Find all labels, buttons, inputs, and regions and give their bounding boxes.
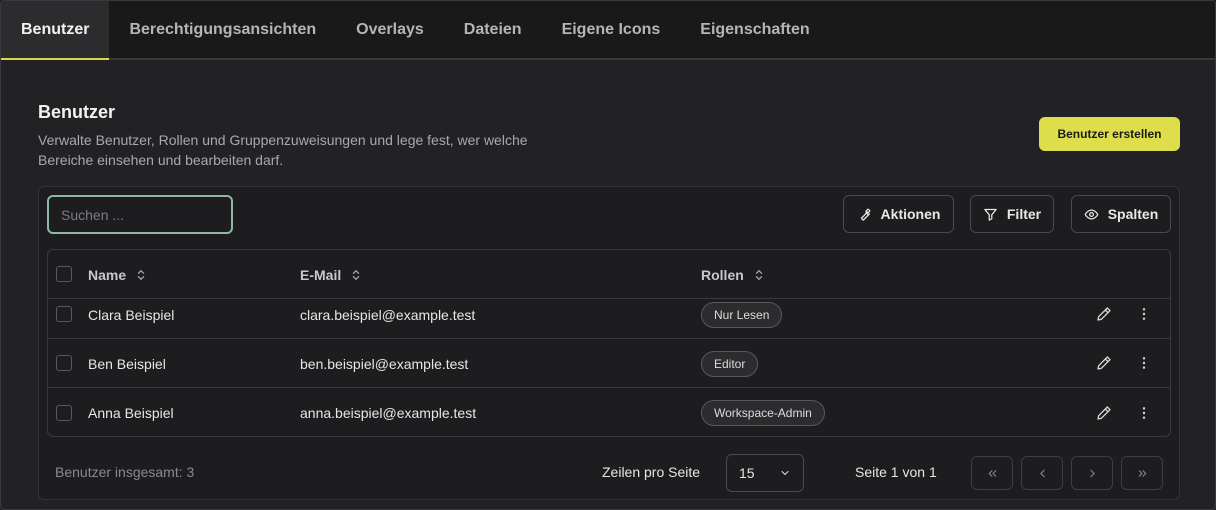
row-checkbox[interactable] — [56, 306, 72, 322]
actions-label: Aktionen — [880, 206, 941, 222]
tab-dateien[interactable]: Dateien — [444, 1, 542, 58]
rows-per-page-value: 15 — [739, 465, 755, 481]
tab-eigenschaften[interactable]: Eigenschaften — [680, 1, 829, 58]
role-cell: Nur Lesen — [701, 290, 783, 339]
user-name: Clara Beispiel — [88, 306, 175, 323]
tab-label: Berechtigungsansichten — [129, 20, 317, 38]
table-row[interactable]: Ben Beispiel ben.beispiel@example.test E… — [48, 339, 1170, 388]
role-badge: Workspace-Admin — [701, 399, 825, 426]
tab-label: Overlays — [356, 20, 424, 38]
tab-berechtigungsansichten[interactable]: Berechtigungsansichten — [109, 1, 336, 58]
sort-icon — [353, 269, 360, 280]
pencil-icon — [1097, 405, 1111, 420]
pencil-icon — [1097, 356, 1111, 370]
columns-button[interactable]: Spalten — [1071, 195, 1171, 233]
user-email: clara.beispiel@example.test — [300, 306, 476, 323]
user-name: Anna Beispiel — [88, 404, 174, 421]
wrench-icon — [860, 208, 870, 221]
last-page-button[interactable] — [1121, 456, 1163, 490]
create-user-button[interactable]: Benutzer erstellen — [1039, 117, 1180, 151]
user-email: ben.beispiel@example.test — [300, 355, 469, 372]
tab-label: Eigene Icons — [561, 20, 661, 38]
previous-page-button[interactable] — [1021, 456, 1063, 490]
page-description: Verwalte Benutzer, Rollen und Gruppenzuw… — [38, 132, 528, 168]
role-cell: Workspace-Admin — [701, 388, 825, 436]
page-info: Seite 1 von 1 — [855, 464, 937, 480]
filter-label: Filter — [1006, 206, 1042, 222]
first-page-button[interactable] — [971, 456, 1013, 490]
tab-label: Eigenschaften — [700, 20, 810, 38]
row-checkbox[interactable] — [56, 355, 72, 371]
eye-icon — [1084, 208, 1099, 220]
chevrons-right-icon — [1138, 469, 1146, 477]
app-window: Benutzer Berechtigungsansichten Overlays… — [0, 0, 1216, 510]
more-vertical-icon — [1142, 406, 1146, 419]
tab-bar: Benutzer Berechtigungsansichten Overlays… — [1, 1, 1215, 60]
users-table: Name E-Mail Rollen Clara Beispiel clara.… — [47, 249, 1171, 437]
row-menu-button[interactable] — [1134, 353, 1154, 373]
user-email: anna.beispiel@example.test — [300, 404, 477, 421]
tab-benutzer[interactable]: Benutzer — [1, 1, 110, 60]
rows-per-page-label: Zeilen pro Seite — [602, 464, 701, 480]
total-count: Benutzer insgesamt: 3 — [55, 464, 195, 480]
chevron-right-icon — [1089, 469, 1095, 477]
table-row[interactable]: Clara Beispiel clara.beispiel@example.te… — [48, 290, 1170, 339]
tab-label: Dateien — [463, 20, 522, 38]
row-checkbox[interactable] — [56, 404, 72, 421]
users-card: Aktionen Filter Spalten Name E-Mail — [38, 186, 1180, 500]
row-menu-button[interactable] — [1134, 304, 1154, 324]
sort-icon — [137, 269, 145, 280]
row-menu-button[interactable] — [1134, 403, 1154, 423]
role-badge: Editor — [701, 350, 759, 377]
edit-button[interactable] — [1094, 403, 1114, 423]
role-cell: Editor — [701, 339, 759, 388]
column-label: Name — [88, 266, 127, 283]
actions-button[interactable]: Aktionen — [843, 195, 954, 233]
user-name: Ben Beispiel — [88, 355, 166, 372]
chevron-down-icon — [781, 470, 789, 476]
more-vertical-icon — [1142, 308, 1146, 320]
rows-per-page-select[interactable]: 15 — [726, 454, 804, 492]
filter-button[interactable]: Filter — [970, 195, 1054, 233]
sort-icon — [755, 269, 762, 280]
chevrons-left-icon — [988, 469, 996, 477]
tab-eigene-icons[interactable]: Eigene Icons — [542, 1, 681, 58]
edit-button[interactable] — [1094, 353, 1114, 373]
chevron-left-icon — [1039, 469, 1045, 477]
search-input[interactable] — [47, 195, 233, 234]
more-vertical-icon — [1142, 357, 1146, 369]
tab-label: Benutzer — [21, 20, 90, 38]
column-label: E-Mail — [300, 266, 342, 283]
tab-overlays[interactable]: Overlays — [336, 1, 444, 58]
role-badge: Nur Lesen — [701, 301, 783, 328]
filter-icon — [984, 208, 997, 221]
pencil-icon — [1097, 307, 1111, 321]
table-row[interactable]: Anna Beispiel anna.beispiel@example.test… — [48, 388, 1170, 436]
edit-button[interactable] — [1094, 304, 1114, 324]
select-all-checkbox[interactable] — [56, 266, 72, 282]
columns-label: Spalten — [1107, 206, 1159, 222]
column-label: Rollen — [701, 266, 744, 283]
next-page-button[interactable] — [1071, 456, 1113, 490]
page-title: Benutzer — [38, 102, 116, 122]
